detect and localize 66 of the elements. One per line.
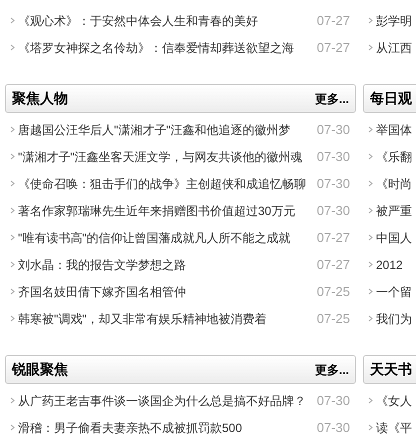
chevron-icon — [10, 424, 15, 431]
news-link[interactable]: 《乐翻 — [376, 148, 412, 166]
news-link[interactable]: 中国人 — [376, 228, 412, 246]
chevron-icon — [10, 153, 15, 160]
news-date: 07-27 — [316, 12, 350, 30]
news-link[interactable]: 《观心术》：于安然中体会人生和青春的美好 — [18, 12, 258, 30]
news-date: 07-30 — [316, 120, 350, 139]
news-date: 07-27 — [316, 38, 350, 57]
news-link[interactable]: "唯有读书高"的信仰让曾国藩成就凡人所不能之成就 — [18, 228, 291, 246]
news-link[interactable]: 被严重 — [376, 202, 412, 220]
more-link[interactable]: 更多... — [314, 360, 349, 378]
news-link[interactable]: 《使命召唤：狙击手们的战争》主创超侠和成追忆畅聊 — [18, 174, 306, 192]
news-link[interactable]: 《塔罗女神探之名伶劫》：信奉爱情却葬送欲望之海 — [18, 38, 294, 56]
chevron-icon — [10, 44, 15, 51]
news-date: 07-25 — [316, 310, 350, 328]
chevron-icon — [368, 424, 373, 431]
chevron-icon — [368, 234, 373, 241]
news-date: 07-27 — [316, 256, 350, 274]
more-link[interactable]: 更多... — [314, 90, 349, 108]
chevron-icon — [368, 261, 373, 268]
chevron-icon — [10, 315, 15, 322]
chevron-icon — [368, 207, 373, 214]
chevron-icon — [368, 315, 373, 322]
panel-title: 每日观 — [370, 89, 412, 108]
chevron-icon — [10, 261, 15, 268]
news-date: 07-25 — [316, 282, 350, 301]
chevron-icon — [10, 126, 15, 133]
news-date: 07-30 — [316, 148, 350, 166]
chevron-icon — [368, 397, 373, 404]
news-link[interactable]: 读《平 — [376, 418, 412, 436]
news-date: 07-30 — [316, 174, 350, 193]
panel-title: 天天书 — [370, 360, 412, 379]
news-date: 07-30 — [316, 418, 350, 437]
news-link[interactable]: 齐国名妓田倩下嫁齐国名相管仲 — [18, 282, 186, 300]
news-link[interactable]: 《女人 — [376, 392, 412, 410]
news-link[interactable]: 举国体 — [376, 120, 412, 138]
chevron-icon — [10, 397, 15, 404]
news-date: 07-30 — [316, 202, 350, 220]
panel-title: 锐眼聚焦 — [12, 360, 68, 379]
news-link[interactable]: "潇湘才子"汪鑫坐客天涯文学，与网友共谈他的徽州魂 — [18, 148, 303, 166]
panel-title: 聚焦人物 — [12, 89, 68, 108]
chevron-icon — [10, 180, 15, 187]
news-link[interactable]: 《时尚 — [376, 174, 412, 192]
chevron-icon — [10, 288, 15, 295]
news-link[interactable]: 2012 — [376, 256, 403, 274]
chevron-icon — [10, 234, 15, 241]
news-link[interactable]: 从广药王老吉事件谈一谈国企为什么总是搞不好品牌？ — [18, 392, 306, 410]
chevron-icon — [368, 180, 373, 187]
news-link[interactable]: 刘水晶：我的报告文学梦想之路 — [18, 256, 186, 274]
news-link[interactable]: 我们为 — [376, 310, 412, 328]
news-date: 07-27 — [316, 228, 350, 247]
chevron-icon — [10, 17, 15, 24]
news-date: 07-30 — [316, 392, 350, 410]
news-link[interactable]: 滑稽：男子偷看夫妻亲热不成被抓罚款500 — [18, 418, 242, 436]
chevron-icon — [368, 288, 373, 295]
chevron-icon — [368, 153, 373, 160]
chevron-icon — [368, 17, 373, 24]
news-link[interactable]: 唐越国公汪华后人"潇湘才子"汪鑫和他追逐的徽州梦 — [18, 120, 291, 138]
chevron-icon — [10, 207, 15, 214]
news-link[interactable]: 彭学明 — [376, 12, 412, 30]
news-link[interactable]: 一个留 — [376, 282, 412, 300]
news-link[interactable]: 从江西 — [376, 38, 412, 56]
news-link[interactable]: 著名作家郭瑞琳先生近年来捐赠图书价值超过30万元 — [18, 202, 296, 220]
chevron-icon — [368, 44, 373, 51]
chevron-icon — [368, 126, 373, 133]
news-link[interactable]: 韩寒被"调戏"，却又非常有娱乐精神地被消费着 — [18, 310, 267, 328]
